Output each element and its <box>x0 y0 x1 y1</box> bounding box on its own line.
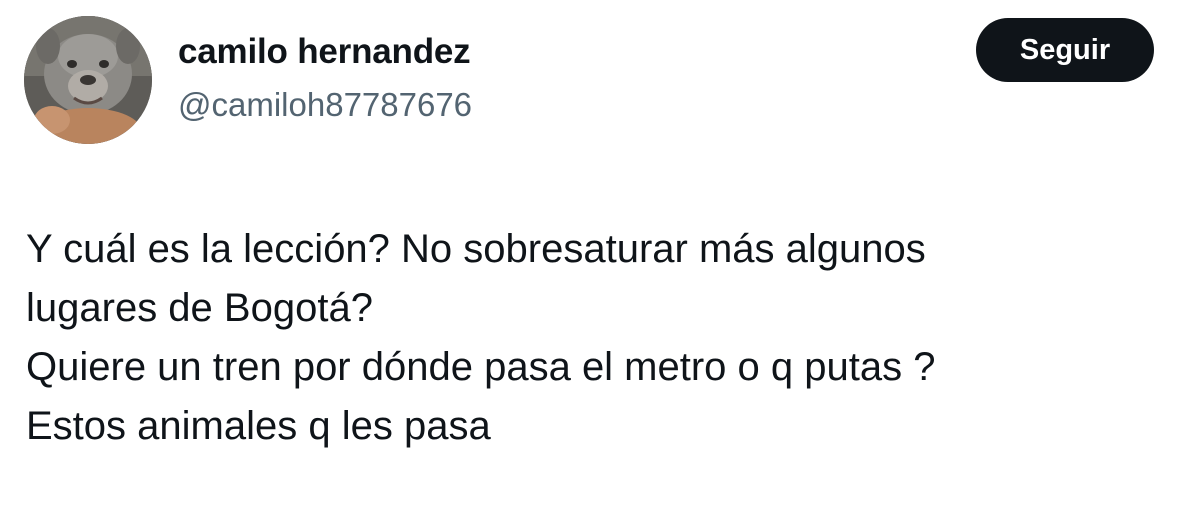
follow-button[interactable]: Seguir <box>976 18 1154 82</box>
tweet-line: Estos animales q les pasa <box>26 404 491 448</box>
dog-avatar-icon <box>24 16 152 144</box>
tweet-text: Y cuál es la lección? No sobresaturar má… <box>26 220 1176 456</box>
display-name[interactable]: camilo hernandez <box>178 30 471 74</box>
tweet-line: lugares de Bogotá? <box>26 286 373 330</box>
avatar[interactable] <box>24 16 152 144</box>
tweet-line: Quiere un tren por dónde pasa el metro o… <box>26 345 936 389</box>
tweet-line: Y cuál es la lección? No sobresaturar má… <box>26 227 926 271</box>
user-handle[interactable]: @camiloh87787676 <box>178 84 472 126</box>
